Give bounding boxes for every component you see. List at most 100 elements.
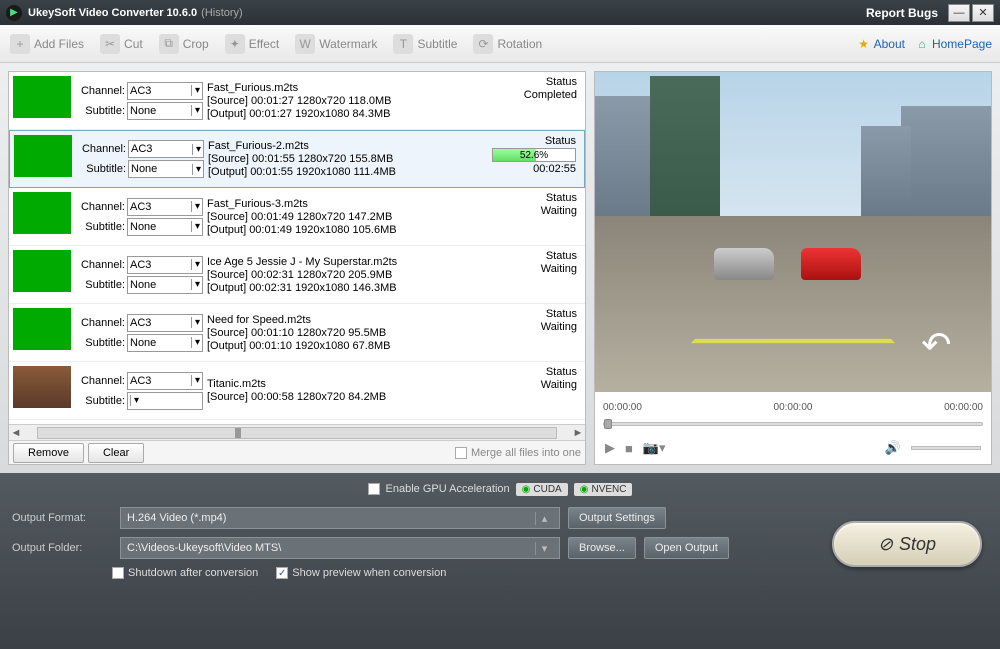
shutdown-checkbox[interactable]: Shutdown after conversion	[112, 567, 258, 579]
output-settings-button[interactable]: Output Settings	[568, 507, 666, 529]
eta: 00:02:55	[490, 163, 576, 175]
file-name: Fast_Furious-2.m2ts	[208, 140, 490, 152]
file-source: [Source] 00:01:10 1280x720 95.5MB	[207, 327, 491, 339]
snapshot-button[interactable]: 📷▾	[643, 440, 666, 456]
effect-button[interactable]: ✦Effect	[217, 30, 287, 58]
thumbnail	[13, 250, 71, 292]
subtitle-select[interactable]: None	[127, 218, 203, 236]
file-source: [Source] 00:02:31 1280x720 205.9MB	[207, 269, 491, 281]
subtitle-label: Subtitle:	[76, 163, 126, 175]
open-output-button[interactable]: Open Output	[644, 537, 729, 559]
seek-bar[interactable]	[595, 422, 991, 432]
add-files-button[interactable]: +Add Files	[2, 30, 92, 58]
close-button[interactable]: ✕	[972, 4, 994, 22]
stop-button[interactable]: ⊘ Stop	[832, 521, 982, 567]
checkbox-icon	[455, 447, 467, 459]
status-col: StatusWaiting	[491, 250, 581, 299]
file-source: [Source] 00:01:49 1280x720 147.2MB	[207, 211, 491, 223]
file-list[interactable]: Channel:AC3Subtitle:NoneFast_Furious.m2t…	[9, 72, 585, 424]
status-header: Status	[491, 366, 577, 378]
remove-button[interactable]: Remove	[13, 443, 84, 463]
status-value: Waiting	[491, 205, 577, 217]
play-button[interactable]: ▶	[605, 440, 615, 456]
browse-button[interactable]: Browse...	[568, 537, 636, 559]
channel-select[interactable]: AC3	[127, 372, 203, 390]
volume-slider[interactable]	[911, 446, 981, 450]
stop-preview-button[interactable]: ■	[625, 441, 633, 456]
file-source: [Source] 00:01:55 1280x720 155.8MB	[208, 153, 490, 165]
file-name: Ice Age 5 Jessie J - My Superstar.m2ts	[207, 256, 491, 268]
subtitle-select[interactable]	[127, 392, 203, 410]
status-value: Waiting	[491, 321, 577, 333]
output-format-label: Output Format:	[12, 512, 112, 524]
preview-panel: ↶ 00:00:00 00:00:00 00:00:00 ▶ ■ 📷▾ 🔊	[594, 71, 992, 465]
file-row[interactable]: Channel:AC3Subtitle:NoneFast_Furious-2.m…	[9, 130, 585, 188]
rotation-button[interactable]: ⟳Rotation	[465, 30, 550, 58]
subtitle-select[interactable]: None	[128, 160, 204, 178]
watermark-button[interactable]: WWatermark	[287, 30, 385, 58]
clear-button[interactable]: Clear	[88, 443, 144, 463]
file-info: Fast_Furious-2.m2ts[Source] 00:01:55 128…	[204, 135, 490, 183]
file-row[interactable]: Channel:AC3Subtitle:NoneFast_Furious.m2t…	[9, 72, 585, 130]
thumbnail	[13, 76, 71, 118]
status-col: StatusWaiting	[491, 308, 581, 357]
channel-label: Channel:	[75, 375, 125, 387]
homepage-link[interactable]: ⌂HomePage	[915, 37, 992, 51]
file-info: Fast_Furious-3.m2ts[Source] 00:01:49 128…	[203, 192, 491, 241]
file-row[interactable]: Channel:AC3Subtitle:NoneFast_Furious-3.m…	[9, 188, 585, 246]
file-name: Need for Speed.m2ts	[207, 314, 491, 326]
file-name: Fast_Furious.m2ts	[207, 82, 491, 94]
channel-label: Channel:	[75, 259, 125, 271]
status-value: Waiting	[491, 263, 577, 275]
status-header: Status	[491, 76, 577, 88]
file-info: Fast_Furious.m2ts[Source] 00:01:27 1280x…	[203, 76, 491, 125]
channel-select[interactable]: AC3	[127, 82, 203, 100]
homepage-icon: ⌂	[915, 37, 929, 51]
subtitle-select[interactable]: None	[127, 276, 203, 294]
minimize-button[interactable]: —	[948, 4, 970, 22]
merge-checkbox[interactable]: Merge all files into one	[455, 447, 581, 459]
gpu-checkbox[interactable]	[368, 483, 380, 495]
file-row[interactable]: Channel:AC3Subtitle:None Ice Age 5 Jessie…	[9, 246, 585, 304]
time-mid: 00:00:00	[774, 402, 813, 413]
status-col: StatusWaiting	[491, 192, 581, 241]
volume-icon[interactable]: 🔊	[885, 440, 901, 456]
about-icon: ★	[857, 37, 871, 51]
file-output: [Output] 00:01:49 1920x1080 105.6MB	[207, 224, 491, 236]
subtitle-button[interactable]: TSubtitle	[385, 30, 465, 58]
show-preview-checkbox[interactable]: ✓Show preview when conversion	[276, 567, 446, 579]
thumbnail	[13, 308, 71, 350]
file-row[interactable]: Channel:AC3Subtitle:Titanic.m2ts[Source]…	[9, 362, 585, 420]
subtitle-icon: T	[393, 34, 413, 54]
file-source: [Source] 00:00:58 1280x720 84.2MB	[207, 391, 491, 403]
watermark-icon: W	[295, 34, 315, 54]
status-header: Status	[491, 250, 577, 262]
titlebar: UkeySoft Video Converter 10.6.0 (History…	[0, 0, 1000, 25]
crop-button[interactable]: ⧉Crop	[151, 30, 217, 58]
channel-select[interactable]: AC3	[127, 198, 203, 216]
channel-select[interactable]: AC3	[128, 140, 204, 158]
status-col: Status52.6%00:02:55	[490, 135, 580, 183]
output-format-select[interactable]: H.264 Video (*.mp4)▴	[120, 507, 560, 529]
horizontal-scrollbar[interactable]: ◄►	[9, 424, 585, 440]
file-output: [Output] 00:01:10 1920x1080 67.8MB	[207, 340, 491, 352]
subtitle-select[interactable]: None	[127, 102, 203, 120]
channel-select[interactable]: AC3	[127, 256, 203, 274]
file-name: Fast_Furious-3.m2ts	[207, 198, 491, 210]
channel-select[interactable]: AC3	[127, 314, 203, 332]
about-link[interactable]: ★About	[857, 37, 905, 51]
file-info: Titanic.m2ts[Source] 00:00:58 1280x720 8…	[203, 366, 491, 415]
preview-video[interactable]: ↶	[595, 72, 991, 392]
file-output: [Output] 00:02:31 1920x1080 146.3MB	[207, 282, 491, 294]
file-row[interactable]: Channel:AC3Subtitle:NoneNeed for Speed.m…	[9, 304, 585, 362]
effect-icon: ✦	[225, 34, 245, 54]
cut-button[interactable]: ✂Cut	[92, 30, 151, 58]
status-col: StatusWaiting	[491, 366, 581, 415]
crop-icon: ⧉	[159, 34, 179, 54]
report-bugs-link[interactable]: Report Bugs	[866, 6, 938, 20]
status-header: Status	[490, 135, 576, 147]
subtitle-select[interactable]: None	[127, 334, 203, 352]
subtitle-label: Subtitle:	[75, 279, 125, 291]
output-folder-field[interactable]: C:\Videos-Ukeysoft\Video MTS\▾	[120, 537, 560, 559]
add-files-icon: +	[10, 34, 30, 54]
